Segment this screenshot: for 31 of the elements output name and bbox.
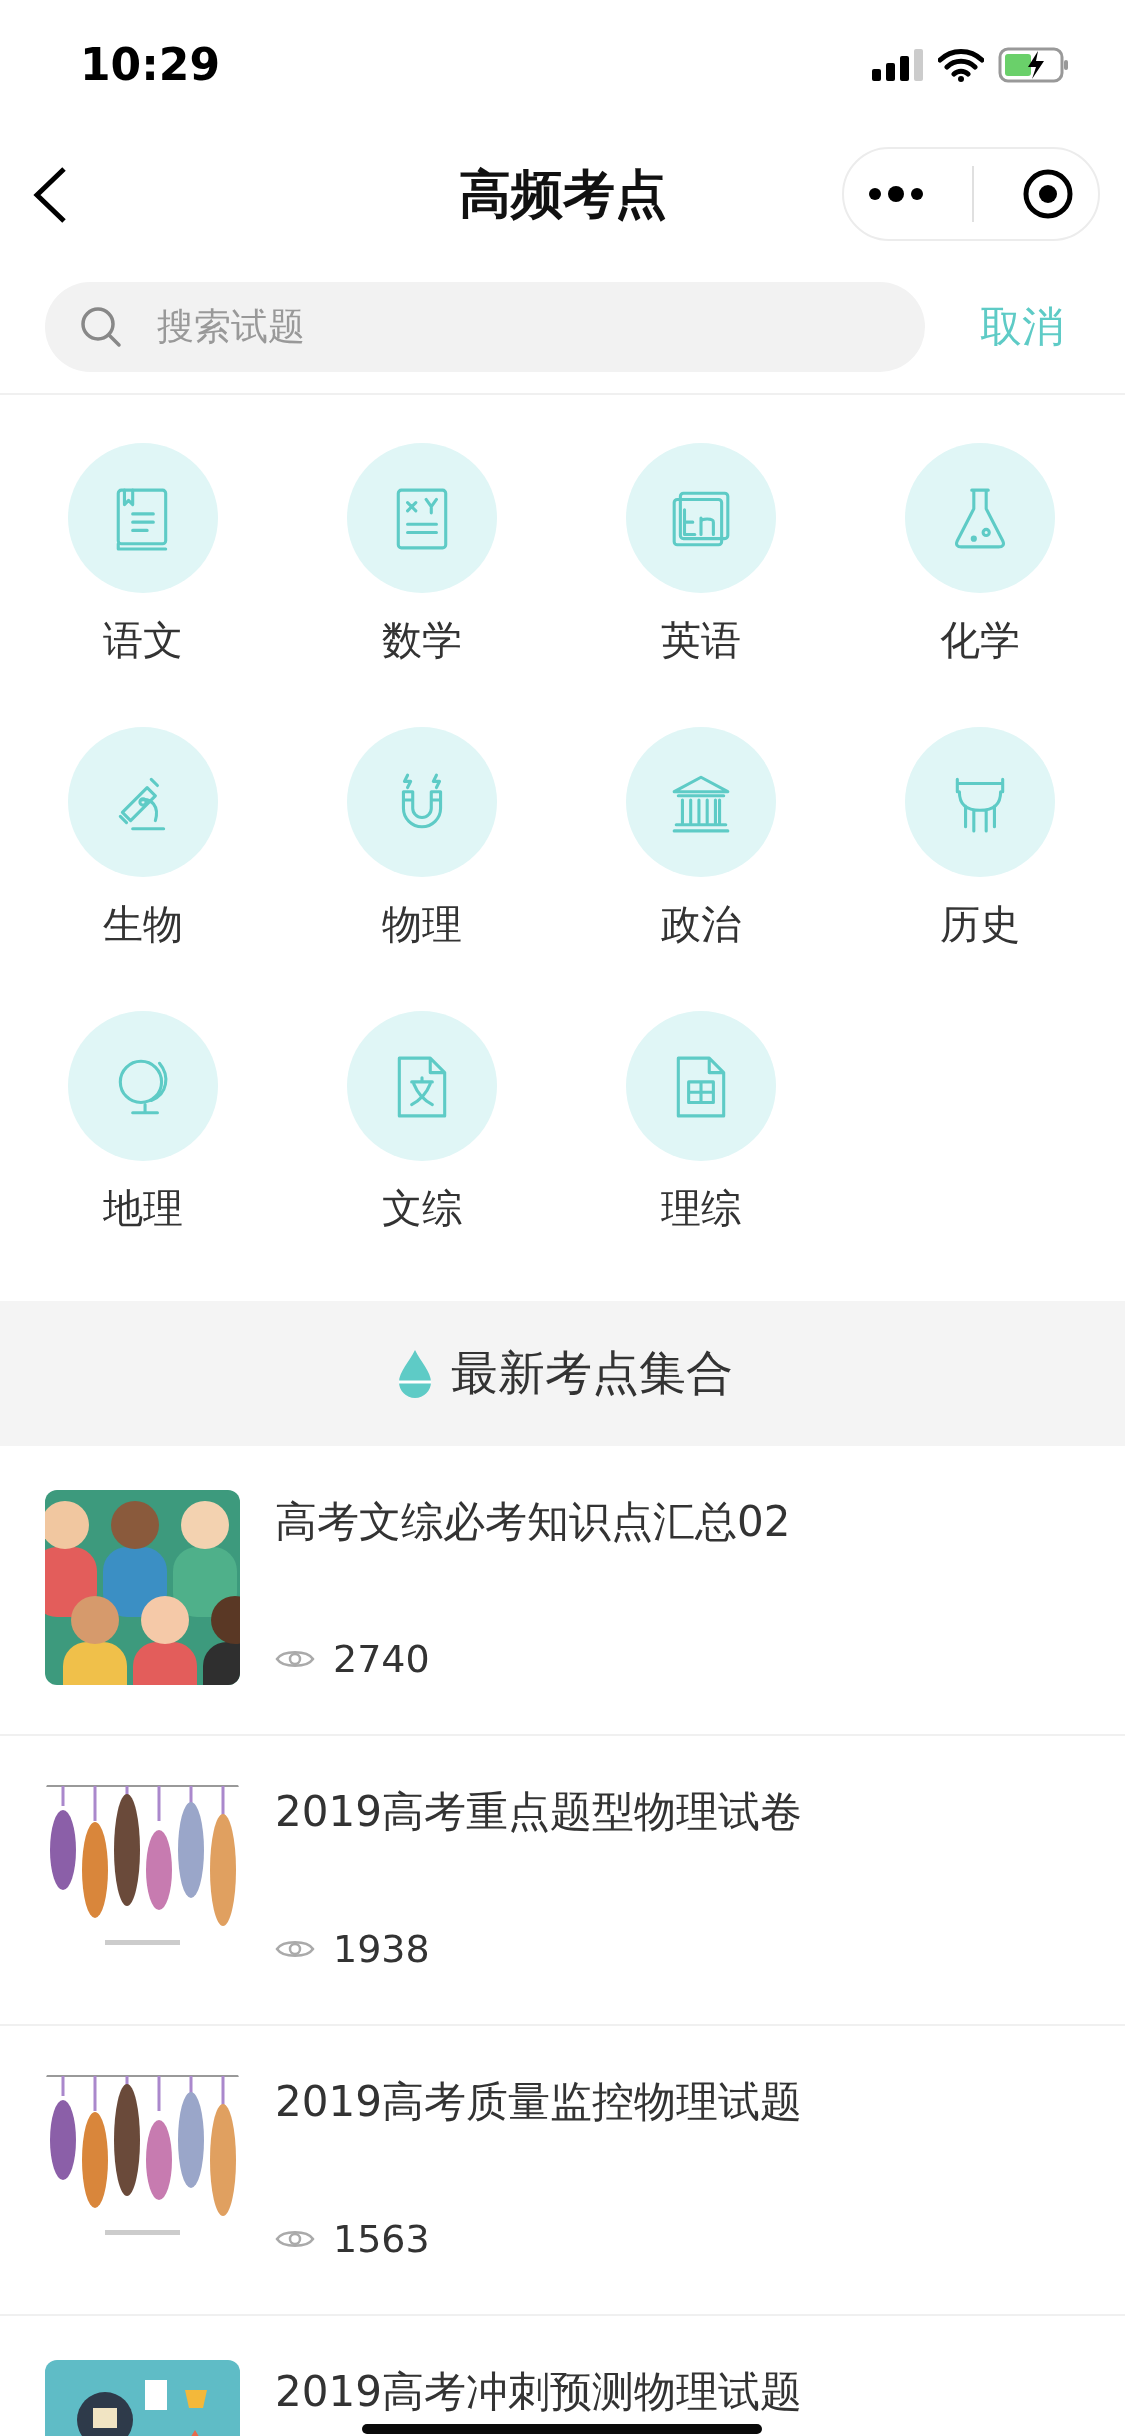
subject-item[interactable]: 化学 xyxy=(840,443,1119,665)
status-time: 10:29 xyxy=(80,38,221,90)
search-icon xyxy=(80,305,122,348)
article-title: 2019高考重点题型物理试卷 xyxy=(275,1786,802,1838)
subject-item[interactable]: 历史 xyxy=(840,727,1119,949)
subject-item[interactable]: 生物 xyxy=(3,727,282,949)
page-title: 高频考点 xyxy=(458,163,667,226)
view-count: 1563 xyxy=(333,2217,430,2261)
battery-icon xyxy=(998,47,1070,83)
subject-item[interactable]: 英语 xyxy=(561,443,840,665)
close-button[interactable] xyxy=(1022,168,1074,220)
subject-item[interactable]: 理综 xyxy=(561,1011,840,1233)
view-count: 2740 xyxy=(333,1637,430,1681)
article-item[interactable]: 高考文综必考知识点汇总02 2740 xyxy=(0,1446,1125,1736)
subject-item[interactable]: 文综 xyxy=(282,1011,561,1233)
subject-item[interactable]: 地理 xyxy=(3,1011,282,1233)
article-title: 高考文综必考知识点汇总02 xyxy=(275,1496,791,1548)
article-title: 2019高考质量监控物理试题 xyxy=(275,2076,802,2128)
section-title: 最新考点集合 xyxy=(450,1344,733,1402)
subject-item[interactable]: 政治 xyxy=(561,727,840,949)
article-item[interactable]: 2019高考重点题型物理试卷 1938 xyxy=(0,1736,1125,2026)
article-item[interactable]: 2019高考质量监控物理试题 1563 xyxy=(0,2026,1125,2316)
wifi-icon xyxy=(938,48,984,82)
signal-icon xyxy=(872,49,924,81)
search-field[interactable]: 搜索试题 xyxy=(45,281,925,372)
view-count: 1938 xyxy=(333,1927,430,1971)
subject-item[interactable]: 数学 xyxy=(282,443,561,665)
article-title: 2019高考冲刺预测物理试题 xyxy=(275,2366,802,2418)
more-button[interactable] xyxy=(868,186,924,202)
subject-item[interactable]: 语文 xyxy=(3,443,282,665)
subject-item[interactable]: 物理 xyxy=(282,727,561,949)
